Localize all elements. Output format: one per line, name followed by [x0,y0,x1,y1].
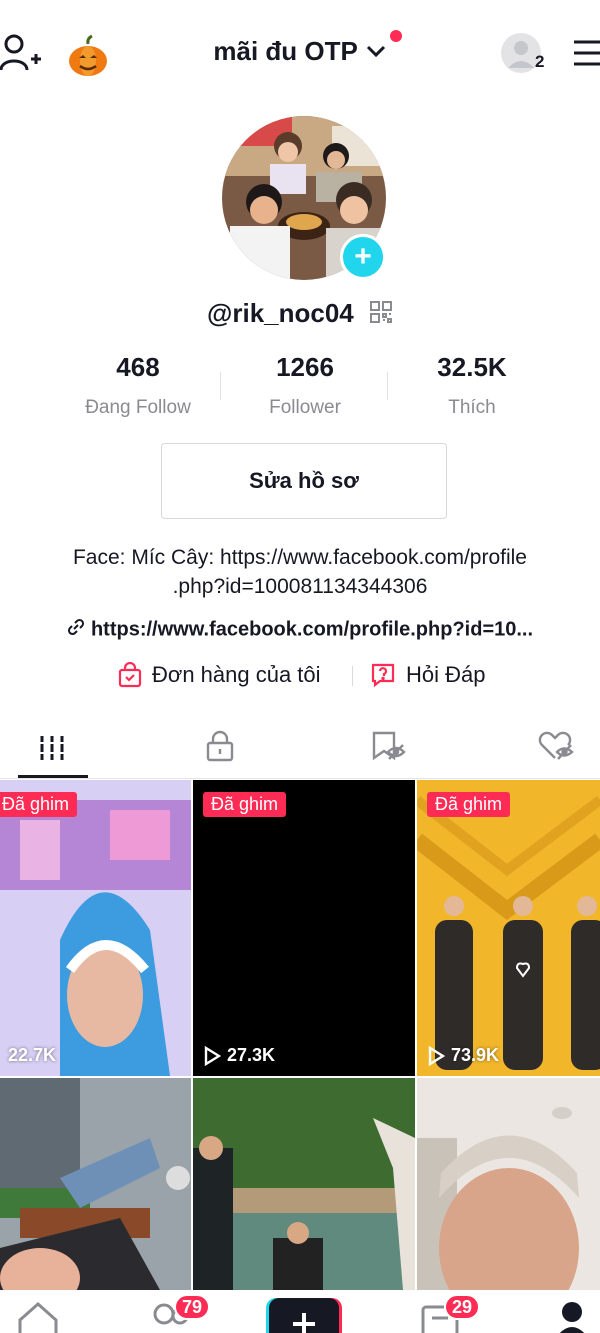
profile-icon[interactable] [552,1300,592,1333]
video-grid: Đã ghim 22.7K Đã ghim 27.3K Đã ghim 73.9… [0,780,600,1290]
bio-line: Face: Míc Cây: https://www.facebook.com/… [72,546,527,569]
pinned-badge: Đã ghim [427,792,511,817]
inbox-badge: 29 [444,1294,481,1320]
video-thumbnail[interactable] [417,1078,600,1290]
edit-profile-button[interactable]: Sửa hồ sơ [161,443,447,519]
following-label: Đang Follow [85,397,191,418]
qr-code-icon[interactable] [369,300,393,331]
create-button[interactable] [266,1298,342,1333]
lock-icon [205,730,235,767]
friends-badge: 79 [174,1294,211,1320]
stat-following[interactable]: 468 Đang Follow [48,352,228,419]
profile-link[interactable]: https://www.facebook.com/profile.php?id=… [0,618,600,642]
account-name: mãi đu OTP [213,36,358,66]
video-thumbnail[interactable]: Đã ghim 27.3K [193,780,415,1076]
tab-private[interactable] [176,718,264,778]
tab-videos[interactable] [8,718,96,778]
hidden-heart-icon [537,730,575,767]
stat-followers[interactable]: 1266 Follower [215,352,395,419]
home-icon[interactable] [16,1300,60,1333]
question-icon [370,662,396,688]
top-bar: mãi đu OTP 2 [0,0,600,105]
menu-icon[interactable] [572,38,600,70]
video-thumbnail[interactable] [0,1078,191,1290]
likes-label: Thích [448,397,496,418]
orders-label: Đơn hàng của tôi [152,662,321,687]
bottom-nav: 79 29 [0,1290,600,1333]
video-thumbnail[interactable]: Đã ghim 22.7K [0,780,191,1076]
add-avatar-button[interactable]: + [340,234,386,280]
tab-liked[interactable] [512,718,600,778]
username-row: @rik_noc04 [0,298,600,331]
view-count: 73.9K [427,1045,499,1066]
tab-reposts[interactable] [344,718,432,778]
pinned-badge: Đã ghim [203,792,287,817]
username: @rik_noc04 [207,298,354,328]
plus-icon [293,1313,315,1333]
video-thumbnail[interactable]: Đã ghim 73.9K [417,780,600,1076]
following-count: 468 [116,352,160,382]
video-thumbnail[interactable] [193,1078,415,1290]
view-count-value: 27.3K [227,1045,276,1065]
link-icon [67,618,85,642]
play-icon [428,1045,445,1066]
view-count: 27.3K [203,1045,275,1066]
view-count-value: 73.9K [451,1045,500,1065]
view-count-value: 22.7K [8,1045,57,1065]
likes-count: 32.5K [437,352,507,382]
shopping-bag-icon [118,662,142,688]
hidden-bookmark-icon [370,730,406,767]
orders-link[interactable]: Đơn hàng của tôi [118,660,321,690]
link-text: https://www.facebook.com/profile.php?id=… [90,618,534,641]
bio: Face: Míc Cây: https://www.facebook.com/… [20,543,580,601]
pinned-badge: Đã ghim [0,792,78,817]
friends-count: 2 [535,52,545,71]
friends-activity-icon[interactable]: 2 [500,32,548,76]
chevron-down-icon [365,38,387,69]
shortcut-links: Đơn hàng của tôi Hỏi Đáp [0,660,600,690]
qa-label: Hỏi Đáp [406,662,486,687]
followers-count: 1266 [276,352,334,382]
active-tab-indicator [18,775,88,778]
qa-link[interactable]: Hỏi Đáp [370,660,485,690]
notification-dot [390,30,402,42]
play-icon [204,1045,221,1066]
view-count: 22.7K [8,1045,56,1066]
content-tabs [0,718,600,779]
stat-likes[interactable]: 32.5K Thích [382,352,562,419]
followers-label: Follower [269,397,341,418]
bio-line: .php?id=100081134344306 [172,575,428,598]
link-separator [352,666,353,686]
